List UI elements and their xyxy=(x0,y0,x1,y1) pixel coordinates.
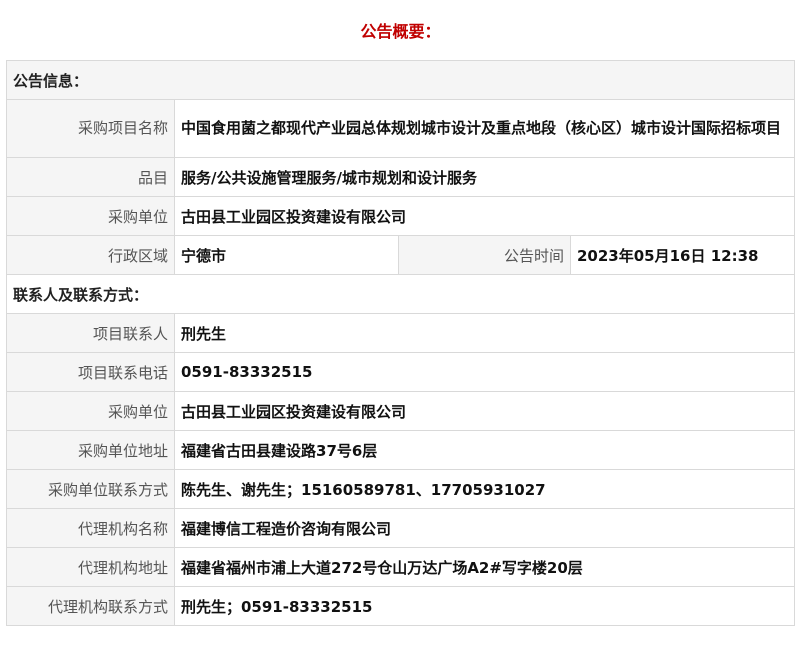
purchaser-value: 古田县工业园区投资建设有限公司 xyxy=(173,196,796,236)
table-row: 采购单位 古田县工业园区投资建设有限公司 xyxy=(6,196,796,236)
table-row: 项目联系人 刑先生 xyxy=(6,313,796,353)
section-notice-info: 公告信息： xyxy=(5,60,796,100)
section-title: 联系人及联系方式： xyxy=(5,274,796,314)
purchaser-contact-value: 陈先生、谢先生；15160589781、17705931027 xyxy=(173,469,796,509)
table-row: 采购项目名称 中国食用菌之都现代产业园总体规划城市设计及重点地段（核心区）城市设… xyxy=(6,99,796,158)
table-row: 采购单位联系方式 陈先生、谢先生；15160589781、17705931027 xyxy=(6,469,796,509)
contact-purchaser-value: 古田县工业园区投资建设有限公司 xyxy=(173,391,796,431)
agency-address-value: 福建省福州市浦上大道272号仓山万达广场A2#写字楼20层 xyxy=(173,547,796,587)
table-row: 品目 服务/公共设施管理服务/城市规划和设计服务 xyxy=(6,157,796,197)
page-title: 公告概要： xyxy=(360,22,441,41)
category-value: 服务/公共设施管理服务/城市规划和设计服务 xyxy=(173,157,796,197)
table-row: 项目联系电话 0591-83332515 xyxy=(6,352,796,392)
project-contact-value: 刑先生 xyxy=(173,313,796,353)
table-row: 采购单位地址 福建省古田县建设路37号6层 xyxy=(6,430,796,470)
project-contact-label: 项目联系人 xyxy=(6,313,175,353)
project-name-label: 采购项目名称 xyxy=(6,99,175,158)
project-phone-label: 项目联系电话 xyxy=(6,352,175,392)
project-name-value: 中国食用菌之都现代产业园总体规划城市设计及重点地段（核心区）城市设计国际招标项目 xyxy=(173,99,796,158)
region-value: 宁德市 xyxy=(174,235,399,275)
table-row: 代理机构名称 福建博信工程造价咨询有限公司 xyxy=(6,508,796,548)
contact-purchaser-label: 采购单位 xyxy=(6,391,175,431)
agency-address-label: 代理机构地址 xyxy=(6,547,175,587)
table-row: 行政区域 宁德市 公告时间 2023年05月16日 12:38 xyxy=(6,235,796,275)
purchaser-label: 采购单位 xyxy=(6,196,175,236)
purchaser-address-label: 采购单位地址 xyxy=(6,430,175,470)
notice-time-value: 2023年05月16日 12:38 xyxy=(569,235,796,275)
agency-contact-label: 代理机构联系方式 xyxy=(6,586,175,626)
notice-summary-table: 公告信息： 采购项目名称 中国食用菌之都现代产业园总体规划城市设计及重点地段（核… xyxy=(5,60,796,626)
agency-name-value: 福建博信工程造价咨询有限公司 xyxy=(173,508,796,548)
project-phone-value: 0591-83332515 xyxy=(173,352,796,392)
table-row: 代理机构地址 福建省福州市浦上大道272号仓山万达广场A2#写字楼20层 xyxy=(6,547,796,587)
purchaser-contact-label: 采购单位联系方式 xyxy=(6,469,175,509)
section-title: 公告信息： xyxy=(5,60,796,100)
agency-contact-value: 刑先生；0591-83332515 xyxy=(173,586,796,626)
notice-time-label: 公告时间 xyxy=(398,235,571,275)
agency-name-label: 代理机构名称 xyxy=(6,508,175,548)
table-row: 采购单位 古田县工业园区投资建设有限公司 xyxy=(6,391,796,431)
region-label: 行政区域 xyxy=(6,235,175,275)
section-contact-info: 联系人及联系方式： xyxy=(5,274,796,314)
purchaser-address-value: 福建省古田县建设路37号6层 xyxy=(173,430,796,470)
table-row: 代理机构联系方式 刑先生；0591-83332515 xyxy=(6,586,796,626)
category-label: 品目 xyxy=(6,157,175,197)
